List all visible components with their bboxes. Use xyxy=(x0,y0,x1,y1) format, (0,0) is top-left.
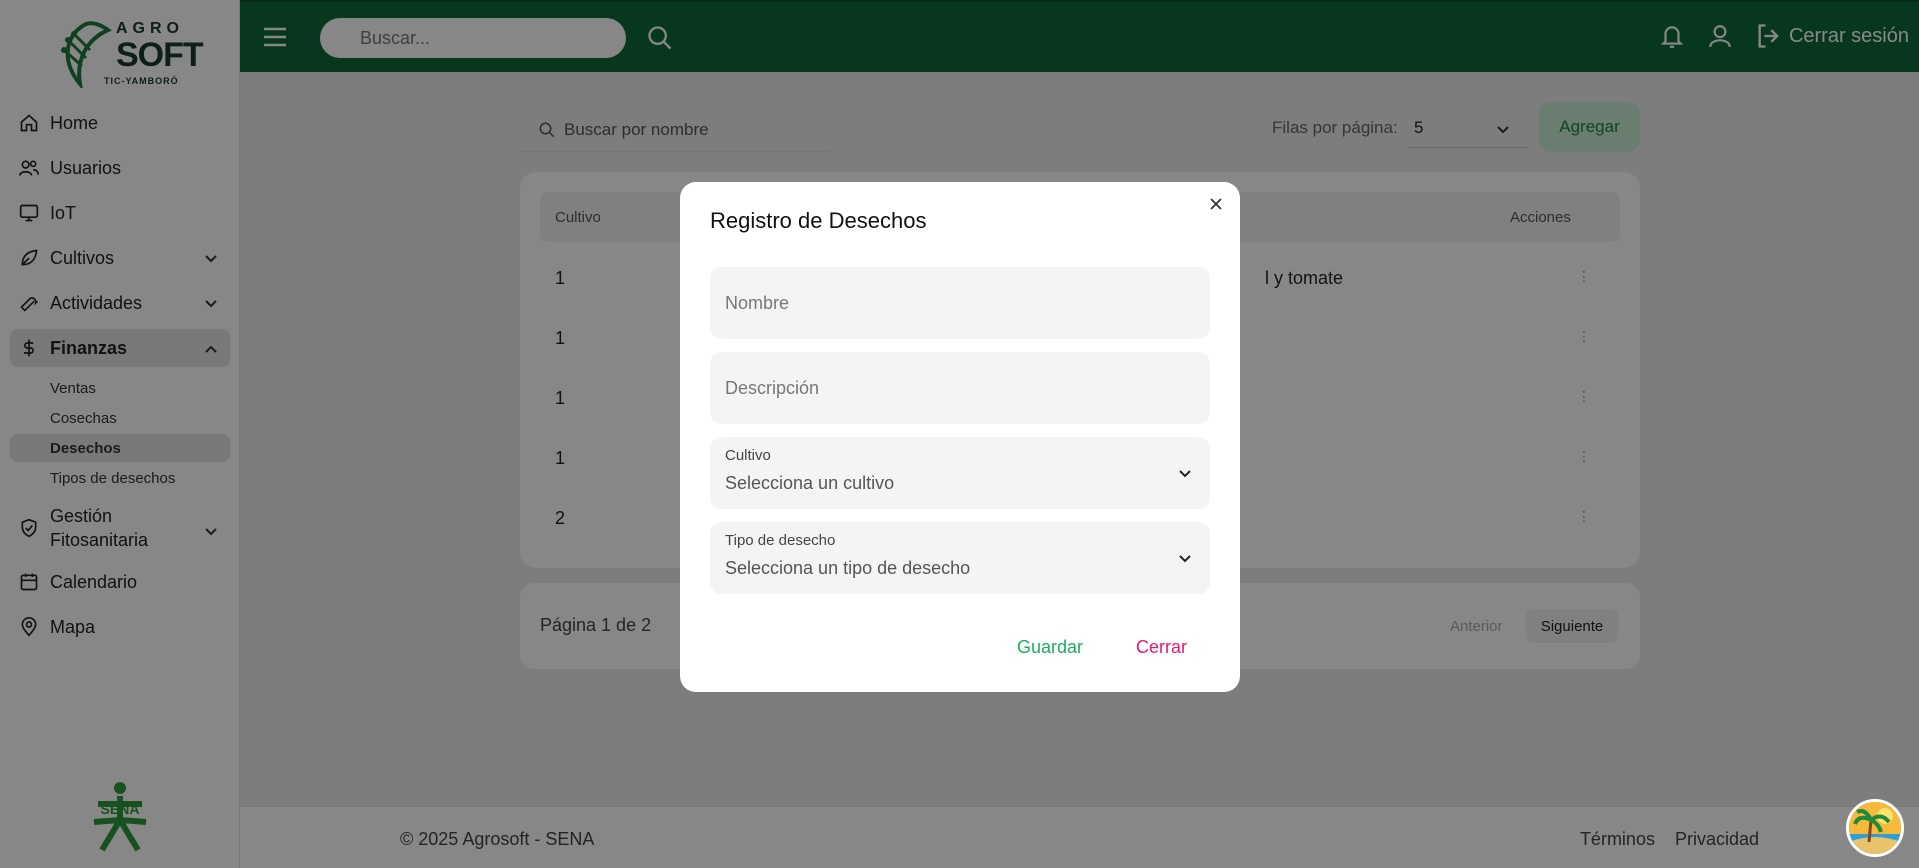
descripcion-placeholder: Descripción xyxy=(725,378,820,398)
cultivo-select-value: Selecciona un cultivo xyxy=(725,473,895,493)
tipo-desecho-select-value: Selecciona un tipo de desecho xyxy=(725,558,971,578)
chevron-down-icon xyxy=(1178,467,1192,486)
cultivo-select-label: Cultivo xyxy=(725,447,771,464)
cultivo-select[interactable]: Cultivo Selecciona un cultivo xyxy=(710,437,1210,509)
cancel-button[interactable]: Cerrar xyxy=(1136,637,1187,658)
close-icon[interactable] xyxy=(1208,196,1224,217)
save-button[interactable]: Guardar xyxy=(1017,637,1083,658)
chevron-down-icon xyxy=(1178,552,1192,571)
nombre-placeholder: Nombre xyxy=(725,293,790,313)
descripcion-field[interactable]: Descripción xyxy=(710,352,1210,424)
floating-assistant-button[interactable] xyxy=(1846,799,1904,857)
palm-beach-icon xyxy=(1849,802,1901,854)
registro-desechos-modal: Registro de Desechos Nombre Descripción … xyxy=(680,182,1240,692)
nombre-field[interactable]: Nombre xyxy=(710,267,1210,339)
tipo-desecho-select[interactable]: Tipo de desecho Selecciona un tipo de de… xyxy=(710,522,1210,594)
tipo-desecho-select-label: Tipo de desecho xyxy=(725,532,836,549)
modal-title: Registro de Desechos xyxy=(710,208,927,233)
